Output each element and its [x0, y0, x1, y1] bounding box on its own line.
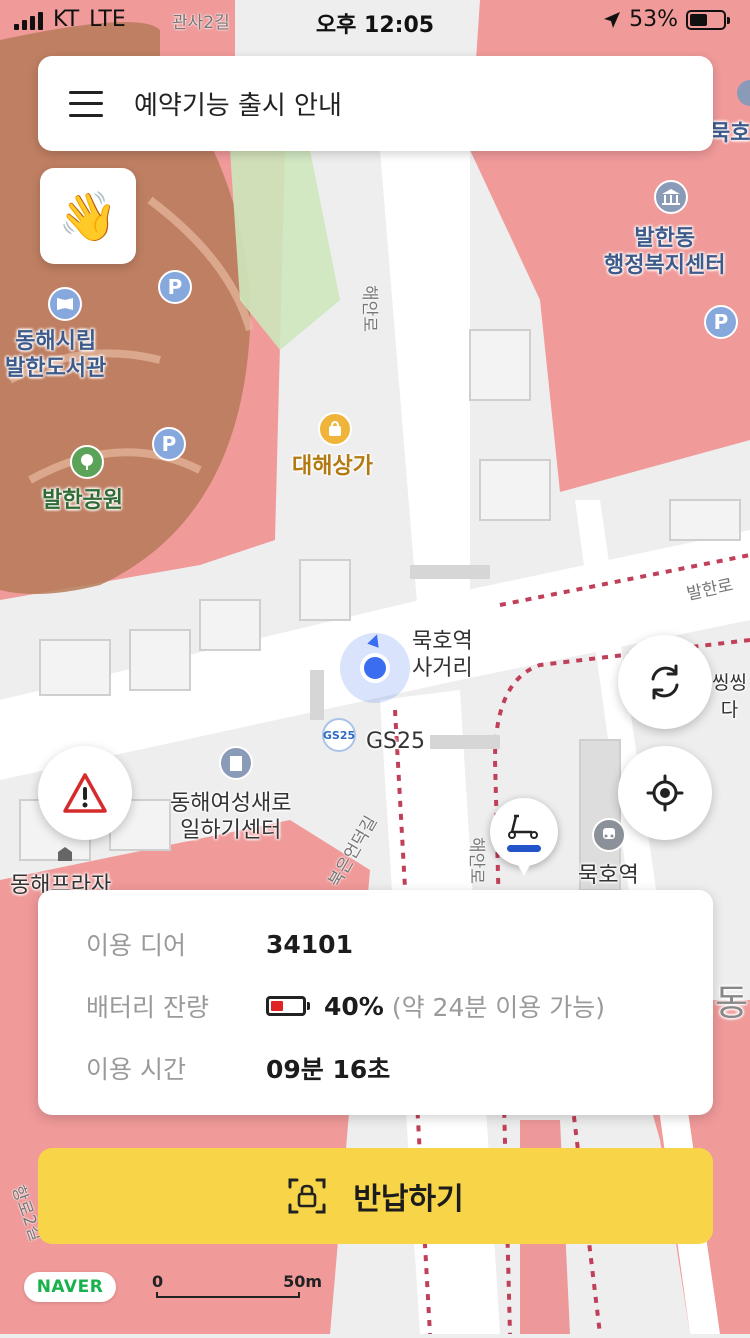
battery-fill [690, 13, 707, 26]
my-location-button[interactable] [618, 746, 712, 840]
library-poi-icon[interactable] [48, 287, 82, 321]
battery-percent: 53% [629, 7, 678, 32]
community-center-label: 발한동 행정복지센터 [604, 226, 726, 278]
usage-time-label: 이용 시간 [86, 1055, 186, 1084]
ride-info-card: 이용 디어 34101 배터리 잔량 40% (약 24분 이용 가능) 이용 … [38, 890, 713, 1115]
heading-arrow-icon [367, 632, 383, 648]
deer-id-label: 이용 디어 [86, 931, 186, 960]
deer-id-value: 34101 [266, 929, 353, 959]
government-building-icon[interactable] [654, 180, 688, 214]
partial-label: 씽씽 다 [712, 672, 747, 721]
intersection-label: 묵호역 사거리 [412, 629, 473, 681]
parking-icon[interactable]: P [152, 427, 186, 461]
station-label: 묵호역 [578, 863, 639, 888]
map-scale-bar: 0 50m [152, 1272, 322, 1302]
battery-value: 40% [324, 991, 384, 1021]
return-button[interactable]: 반납하기 [38, 1148, 713, 1244]
partial-label: 동 [715, 983, 749, 1024]
battery-level-icon [266, 996, 310, 1016]
shopping-bag-icon[interactable] [318, 412, 352, 446]
refresh-icon [651, 664, 679, 700]
building-icon [56, 846, 74, 862]
scale-end: 50m [283, 1272, 322, 1291]
battery-row: 배터리 잔량 40% (약 24분 이용 가능) [86, 988, 605, 1024]
notice-title[interactable]: 예약기능 출시 안내 [134, 85, 342, 122]
train-station-icon[interactable] [592, 818, 626, 852]
battery-level-fill [271, 1001, 283, 1011]
status-bar: KT LTE 오후 12:05 53% [0, 0, 750, 40]
kickboard-icon [508, 814, 538, 839]
notice-bar[interactable]: 예약기능 출시 안내 [38, 56, 713, 151]
parking-icon[interactable]: P [704, 305, 738, 339]
shop-label: 대해상가 [292, 454, 373, 479]
park-tree-icon[interactable] [70, 445, 104, 479]
usage-time-value: 09분 16초 [266, 1055, 391, 1084]
scale-line [156, 1292, 300, 1298]
location-dot [360, 653, 390, 683]
report-button[interactable] [38, 746, 132, 840]
status-bar-right: 53% [603, 7, 730, 32]
return-button-label[interactable]: 반납하기 [353, 1174, 463, 1218]
waving-hand-button[interactable]: 👋 [40, 168, 136, 264]
park-label: 발한공원 [42, 488, 123, 513]
office-building-icon[interactable] [219, 746, 253, 780]
hamburger-menu-icon[interactable] [69, 90, 103, 117]
user-location-marker [340, 632, 410, 703]
deer-id-row: 이용 디어 34101 [86, 926, 353, 962]
gs25-store-icon[interactable]: GS25 [322, 718, 356, 752]
battery-label: 배터리 잔량 [86, 993, 209, 1022]
road-label: 해안로 [358, 285, 379, 332]
road-label: 해안로 [465, 837, 486, 884]
gs25-label: GS25 [366, 729, 426, 754]
warning-triangle-icon [63, 773, 107, 813]
naver-logo[interactable]: NAVER [24, 1272, 116, 1302]
library-label: 동해시립 발한도서관 [5, 329, 107, 381]
scooter-marker[interactable] [490, 798, 558, 876]
scale-start: 0 [152, 1272, 164, 1291]
women-center-label: 동해여성새로 일하기센터 [170, 791, 292, 843]
my-location-icon [646, 774, 684, 812]
battery-icon [686, 9, 730, 30]
location-arrow-icon [604, 11, 621, 28]
parking-icon[interactable]: P [158, 270, 192, 304]
scooter-marker-bar [507, 845, 541, 852]
waving-hand-icon: 👋 [58, 188, 118, 245]
partial-label: 묵호 [710, 121, 750, 146]
refresh-button[interactable] [618, 635, 712, 729]
qr-lock-icon [288, 1178, 326, 1214]
usage-time-row: 이용 시간 09분 16초 [86, 1050, 390, 1086]
battery-note: (약 24분 이용 가능) [391, 993, 606, 1022]
